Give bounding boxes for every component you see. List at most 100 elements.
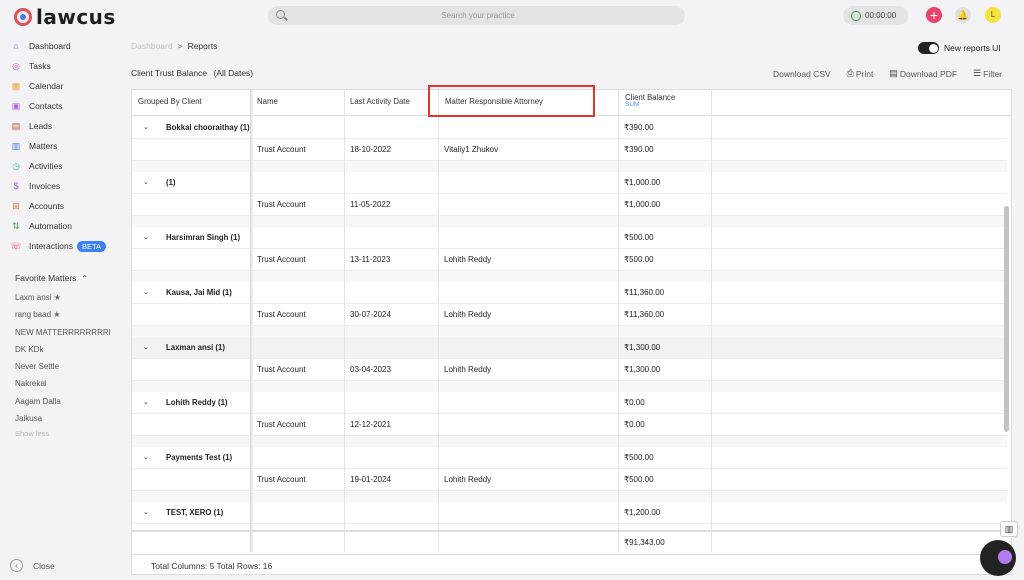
chevron-down-icon[interactable]: ⌄ [143,398,149,406]
grid-scrollbar[interactable] [1004,118,1009,550]
table-row[interactable]: Trust Account 11-05-2022 ₹1,000.00 [132,194,1007,216]
column-header-name[interactable]: Name [251,90,344,116]
favorites-list: Laxm ansi ★ rang baad ★ NEW MATTERRRRRRRRR… [0,289,118,427]
group-client: Lohith Reddy (1) [166,398,228,407]
sidebar-item-activities[interactable]: ◷ Activities [0,156,118,176]
filter-button[interactable]: ☰ Filter [973,68,1002,79]
table-row[interactable]: Trust Account 12-12-2021 ₹0.00 [132,414,1007,436]
sidebar-item-calendar[interactable]: ▦ Calendar [0,76,118,96]
timer-value: 00:00:00 [865,11,897,20]
toggle-switch[interactable] [918,42,939,54]
favorite-matter-item[interactable]: Nakrekal [0,375,110,392]
chevron-down-icon[interactable]: ⌄ [143,178,149,186]
group-balance: ₹1,200.00 [624,508,661,517]
star-icon[interactable]: ★ [54,293,61,302]
download-pdf-button[interactable]: ▤ Download PDF [889,68,957,79]
column-header-grouped-by-client[interactable]: Grouped By Client [132,90,250,116]
sidebar-item-label: Accounts [29,201,64,211]
sidebar-item-leads[interactable]: ▤ Leads [0,116,118,136]
invoices-icon: $ [13,181,19,191]
cell-name: Trust Account [257,420,306,429]
group-client: Bokkal chooraithay (1) [166,123,250,132]
table-group-row[interactable]: ⌄ Laxman ansi (1) ₹1,300.00 [132,337,1007,359]
show-less-link[interactable]: Show less [0,427,118,441]
search-bar[interactable] [268,6,685,25]
table-row[interactable]: Trust Account 30-07-2024 Lohith Reddy ₹1… [132,304,1007,326]
cell-attorney: Lohith Reddy [444,255,492,264]
beta-badge: BETA [76,240,106,252]
sidebar-item-interactions[interactable]: ☏ Interactions BETA [0,236,118,256]
download-csv-button[interactable]: Download CSV [773,69,831,79]
scroll-thumb[interactable] [1004,206,1009,432]
sidebar-item-label: Dashboard [29,41,71,51]
star-icon[interactable]: ★ [53,310,60,319]
cell-attorney: Lohith Reddy [444,310,492,319]
chevron-down-icon[interactable]: ⌄ [143,123,149,131]
pdf-icon: ▤ [889,68,898,78]
table-row[interactable]: Trust Account 19-01-2024 Lohith Reddy ₹5… [132,469,1007,491]
group-balance: ₹1,300.00 [624,343,661,352]
cell-date: 11-05-2022 [350,200,391,209]
table-row[interactable]: Trust Account 03-04-2023 Lohith Reddy ₹1… [132,359,1007,381]
sidebar-item-matters[interactable]: ▥ Matters [0,136,118,156]
favorite-matter-item[interactable]: DK KDk [0,341,110,358]
calendar-icon: ▦ [11,81,21,91]
favorite-matter-item[interactable]: Never Settle [0,358,110,375]
favorite-matter-label: Never Settle [15,362,60,372]
bell-icon[interactable]: 🔔 [955,7,971,23]
pinned-column-shadow [250,90,253,552]
table-group-row[interactable]: ⌄ Bokkal chooraithay (1) ₹390.00 [132,117,1007,139]
cell-balance: ₹11,360.00 [624,310,665,319]
table-group-row[interactable]: ⌄ TEST, XERO (1) ₹1,200.00 [132,502,1007,524]
chevron-down-icon[interactable]: ⌄ [143,453,149,461]
sidebar-item-automation[interactable]: ⇅ Automation [0,216,118,236]
chat-icon[interactable] [980,540,1016,576]
chevron-down-icon[interactable]: ⌄ [143,508,149,516]
table-group-row[interactable]: ⌄ Lohith Reddy (1) ₹0.00 [132,392,1007,414]
favorite-matter-item[interactable]: NEW MATTERRRRRRRRRR ★ [0,324,110,341]
sidebar-item-label: Calendar [29,81,64,91]
close-sidebar-button[interactable]: ‹ Close [10,559,55,572]
add-icon[interactable]: + [926,7,942,23]
table-group-row[interactable]: ⌄ Kausa, Jai Mid (1) ₹11,360.00 [132,282,1007,304]
table-group-row[interactable]: ⌄ Harsimran Singh (1) ₹500.00 [132,227,1007,249]
group-client: TEST, XERO (1) [166,508,224,517]
chevron-down-icon[interactable]: ⌄ [143,343,149,351]
new-reports-toggle[interactable]: New reports UI [918,42,1001,54]
avatar[interactable]: L [985,7,1001,23]
sidebar-item-contacts[interactable]: ▣ Contacts [0,96,118,116]
table-group-row[interactable]: ⌄ Payments Test (1) ₹500.00 [132,447,1007,469]
print-button[interactable]: ⎙ Print [847,68,874,79]
chevron-down-icon[interactable]: ⌄ [143,233,149,241]
favorite-matter-item[interactable]: Jaikusa [0,410,110,427]
group-balance: ₹11,360.00 [624,288,665,297]
group-balance: ₹390.00 [624,123,654,132]
cell-date: 03-04-2023 [350,365,391,374]
table-row[interactable]: Trust Account 18-10-2022 Vitaliy1 Zhukov… [132,139,1007,161]
chevron-down-icon[interactable]: ⌄ [143,288,149,296]
group-separator [132,491,1007,502]
cell-balance: ₹500.00 [624,255,654,264]
sidebar-item-dashboard[interactable]: ⌂ Dashboard [0,36,118,56]
sidebar-item-accounts[interactable]: ⊞ Accounts [0,196,118,216]
sidebar-item-invoices[interactable]: $ Invoices [0,176,118,196]
table-group-row[interactable]: ⌄ (1) ₹1,000.00 [132,172,1007,194]
breadcrumb-dashboard[interactable]: Dashboard [131,41,173,51]
search-input[interactable] [298,9,658,22]
timer-button[interactable]: 00:00:00 [843,6,908,25]
favorite-matter-item[interactable]: Aagam Dalla [0,393,110,410]
favorites-header[interactable]: Favorite Matters ⌃ [0,270,118,286]
search-icon [276,10,285,19]
app-logo[interactable]: lawcus [14,5,116,29]
favorite-matter-item[interactable]: Laxm ansi ★ [0,289,110,306]
favorite-matter-item[interactable]: rang baad ★ [0,306,110,323]
sidebar-item-label: Invoices [29,181,61,191]
sidebar-item-tasks[interactable]: ◎ Tasks [0,56,118,76]
book-icon[interactable]: ▥ [1000,521,1018,537]
report-subtitle: (All Dates) [213,68,254,78]
column-header-client-balance[interactable]: Client Balance SUM [619,90,712,116]
sidebar-nav: ⌂ Dashboard ◎ Tasks ▦ Calendar ▣ Contacts ▤ Leads… [0,32,118,256]
group-separator [132,381,1007,392]
column-header-last-activity-date[interactable]: Last Activity Date [344,90,439,116]
table-row[interactable]: Trust Account 13-11-2023 Lohith Reddy ₹5… [132,249,1007,271]
